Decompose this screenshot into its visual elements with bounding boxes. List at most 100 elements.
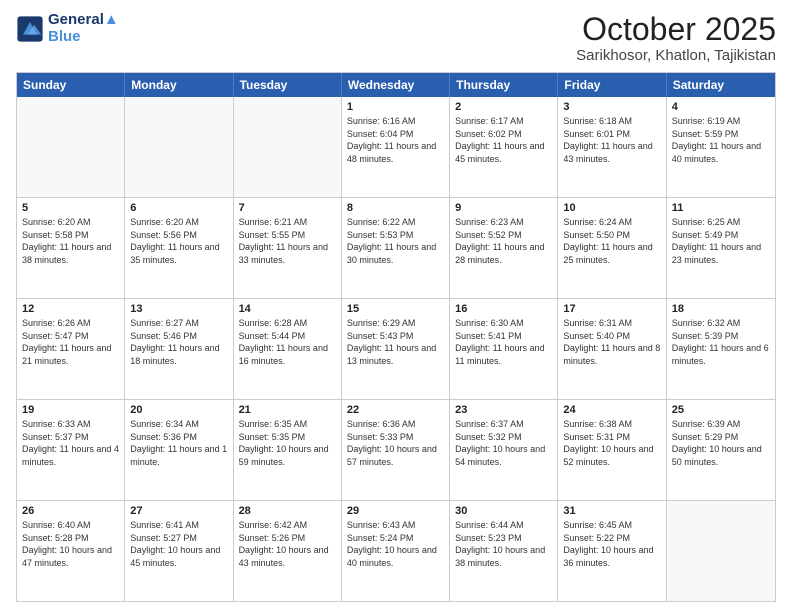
calendar-cell: 1Sunrise: 6:16 AM Sunset: 6:04 PM Daylig… — [342, 97, 450, 197]
calendar-cell: 31 Sunrise: 6:45 AM Sunset: 5:22 PM Dayli… — [558, 501, 666, 601]
calendar-cell: 26 Sunrise: 6:40 AM Sunset: 5:28 PM Dayli… — [17, 501, 125, 601]
day-number: 12 — [22, 303, 119, 315]
logo-text: General▲ Blue — [48, 12, 119, 45]
cell-text: Sunrise: 6:36 AM Sunset: 5:33 PM Dayligh… — [347, 418, 444, 468]
calendar-cell: 5 Sunrise: 6:20 AM Sunset: 5:58 PM Daylig… — [17, 198, 125, 298]
calendar-header-cell: Saturday — [667, 73, 775, 97]
calendar-row: 26 Sunrise: 6:40 AM Sunset: 5:28 PM Dayli… — [17, 500, 775, 601]
day-number: 10 — [563, 202, 660, 214]
cell-text: Sunrise: 6:45 AM Sunset: 5:22 PM Dayligh… — [563, 519, 660, 569]
day-number: 19 — [22, 404, 119, 416]
day-number: 31 — [563, 505, 660, 517]
header: General▲ Blue October 2025 Sarikhosor, K… — [16, 12, 776, 64]
cell-text: Sunrise: 6:22 AM Sunset: 5:53 PM Dayligh… — [347, 216, 444, 266]
calendar-cell: 11 Sunrise: 6:25 AM Sunset: 5:49 PM Dayli… — [667, 198, 775, 298]
day-number: 20 — [130, 404, 227, 416]
calendar-cell: 23 Sunrise: 6:37 AM Sunset: 5:32 PM Dayli… — [450, 400, 558, 500]
calendar-header-cell: Thursday — [450, 73, 558, 97]
cell-text: Sunrise: 6:29 AM Sunset: 5:43 PM Dayligh… — [347, 317, 444, 367]
calendar-row: 19 Sunrise: 6:33 AM Sunset: 5:37 PM Dayli… — [17, 399, 775, 500]
calendar: SundayMondayTuesdayWednesdayThursdayFrid… — [16, 72, 776, 602]
calendar-cell: 6 Sunrise: 6:20 AM Sunset: 5:56 PM Daylig… — [125, 198, 233, 298]
cell-text: Sunrise: 6:32 AM Sunset: 5:39 PM Dayligh… — [672, 317, 770, 367]
cell-text: Sunrise: 6:23 AM Sunset: 5:52 PM Dayligh… — [455, 216, 552, 266]
cell-text: Sunrise: 6:35 AM Sunset: 5:35 PM Dayligh… — [239, 418, 336, 468]
cell-text: Sunrise: 6:16 AM Sunset: 6:04 PM Dayligh… — [347, 115, 444, 165]
calendar-cell: 28 Sunrise: 6:42 AM Sunset: 5:26 PM Dayli… — [234, 501, 342, 601]
title-block: October 2025 Sarikhosor, Khatlon, Tajiki… — [576, 12, 776, 64]
calendar-cell: 14 Sunrise: 6:28 AM Sunset: 5:44 PM Dayli… — [234, 299, 342, 399]
calendar-cell: 19 Sunrise: 6:33 AM Sunset: 5:37 PM Dayli… — [17, 400, 125, 500]
day-number: 16 — [455, 303, 552, 315]
cell-text: Sunrise: 6:44 AM Sunset: 5:23 PM Dayligh… — [455, 519, 552, 569]
day-number: 26 — [22, 505, 119, 517]
cell-text: Sunrise: 6:24 AM Sunset: 5:50 PM Dayligh… — [563, 216, 660, 266]
day-number: 13 — [130, 303, 227, 315]
day-number: 21 — [239, 404, 336, 416]
cell-text: Sunrise: 6:34 AM Sunset: 5:36 PM Dayligh… — [130, 418, 227, 468]
day-number: 5 — [22, 202, 119, 214]
logo-icon — [16, 15, 44, 43]
calendar-cell: 30Sunrise: 6:44 AM Sunset: 5:23 PM Dayli… — [450, 501, 558, 601]
calendar-cell: 4 Sunrise: 6:19 AM Sunset: 5:59 PM Daylig… — [667, 97, 775, 197]
calendar-cell: 3Sunrise: 6:18 AM Sunset: 6:01 PM Daylig… — [558, 97, 666, 197]
day-number: 7 — [239, 202, 336, 214]
day-number: 22 — [347, 404, 444, 416]
day-number: 28 — [239, 505, 336, 517]
day-number: 6 — [130, 202, 227, 214]
cell-text: Sunrise: 6:25 AM Sunset: 5:49 PM Dayligh… — [672, 216, 770, 266]
day-number: 27 — [130, 505, 227, 517]
subtitle: Sarikhosor, Khatlon, Tajikistan — [576, 47, 776, 64]
cell-text: Sunrise: 6:40 AM Sunset: 5:28 PM Dayligh… — [22, 519, 119, 569]
cell-text: Sunrise: 6:33 AM Sunset: 5:37 PM Dayligh… — [22, 418, 119, 468]
cell-text: Sunrise: 6:28 AM Sunset: 5:44 PM Dayligh… — [239, 317, 336, 367]
day-number: 29 — [347, 505, 444, 517]
cell-text: Sunrise: 6:31 AM Sunset: 5:40 PM Dayligh… — [563, 317, 660, 367]
calendar-cell: 7Sunrise: 6:21 AM Sunset: 5:55 PM Daylig… — [234, 198, 342, 298]
calendar-cell: 24 Sunrise: 6:38 AM Sunset: 5:31 PM Dayli… — [558, 400, 666, 500]
cell-text: Sunrise: 6:38 AM Sunset: 5:31 PM Dayligh… — [563, 418, 660, 468]
day-number: 14 — [239, 303, 336, 315]
cell-text: Sunrise: 6:41 AM Sunset: 5:27 PM Dayligh… — [130, 519, 227, 569]
calendar-row: 1Sunrise: 6:16 AM Sunset: 6:04 PM Daylig… — [17, 97, 775, 197]
calendar-cell — [17, 97, 125, 197]
main-title: October 2025 — [576, 12, 776, 47]
calendar-header-cell: Tuesday — [234, 73, 342, 97]
day-number: 24 — [563, 404, 660, 416]
day-number: 11 — [672, 202, 770, 214]
logo: General▲ Blue — [16, 12, 119, 45]
day-number: 17 — [563, 303, 660, 315]
calendar-cell: 9 Sunrise: 6:23 AM Sunset: 5:52 PM Daylig… — [450, 198, 558, 298]
calendar-cell — [125, 97, 233, 197]
cell-text: Sunrise: 6:39 AM Sunset: 5:29 PM Dayligh… — [672, 418, 770, 468]
day-number: 18 — [672, 303, 770, 315]
cell-text: Sunrise: 6:37 AM Sunset: 5:32 PM Dayligh… — [455, 418, 552, 468]
cell-text: Sunrise: 6:27 AM Sunset: 5:46 PM Dayligh… — [130, 317, 227, 367]
calendar-cell: 22 Sunrise: 6:36 AM Sunset: 5:33 PM Dayli… — [342, 400, 450, 500]
calendar-cell: 25Sunrise: 6:39 AM Sunset: 5:29 PM Dayli… — [667, 400, 775, 500]
calendar-cell: 8Sunrise: 6:22 AM Sunset: 5:53 PM Daylig… — [342, 198, 450, 298]
cell-text: Sunrise: 6:20 AM Sunset: 5:58 PM Dayligh… — [22, 216, 119, 266]
calendar-cell: 16 Sunrise: 6:30 AM Sunset: 5:41 PM Dayli… — [450, 299, 558, 399]
cell-text: Sunrise: 6:30 AM Sunset: 5:41 PM Dayligh… — [455, 317, 552, 367]
cell-text: Sunrise: 6:20 AM Sunset: 5:56 PM Dayligh… — [130, 216, 227, 266]
day-number: 9 — [455, 202, 552, 214]
cell-text: Sunrise: 6:42 AM Sunset: 5:26 PM Dayligh… — [239, 519, 336, 569]
calendar-cell: 17 Sunrise: 6:31 AM Sunset: 5:40 PM Dayli… — [558, 299, 666, 399]
calendar-cell — [234, 97, 342, 197]
calendar-cell — [667, 501, 775, 601]
cell-text: Sunrise: 6:17 AM Sunset: 6:02 PM Dayligh… — [455, 115, 552, 165]
calendar-header-cell: Monday — [125, 73, 233, 97]
day-number: 23 — [455, 404, 552, 416]
cell-text: Sunrise: 6:26 AM Sunset: 5:47 PM Dayligh… — [22, 317, 119, 367]
calendar-header: SundayMondayTuesdayWednesdayThursdayFrid… — [17, 73, 775, 97]
calendar-cell: 27 Sunrise: 6:41 AM Sunset: 5:27 PM Dayli… — [125, 501, 233, 601]
calendar-cell: 18 Sunrise: 6:32 AM Sunset: 5:39 PM Dayli… — [667, 299, 775, 399]
calendar-row: 12 Sunrise: 6:26 AM Sunset: 5:47 PM Dayli… — [17, 298, 775, 399]
calendar-cell: 2Sunrise: 6:17 AM Sunset: 6:02 PM Daylig… — [450, 97, 558, 197]
calendar-cell: 12 Sunrise: 6:26 AM Sunset: 5:47 PM Dayli… — [17, 299, 125, 399]
calendar-cell: 29Sunrise: 6:43 AM Sunset: 5:24 PM Dayli… — [342, 501, 450, 601]
day-number: 4 — [672, 101, 770, 113]
day-number: 3 — [563, 101, 660, 113]
cell-text: Sunrise: 6:19 AM Sunset: 5:59 PM Dayligh… — [672, 115, 770, 165]
